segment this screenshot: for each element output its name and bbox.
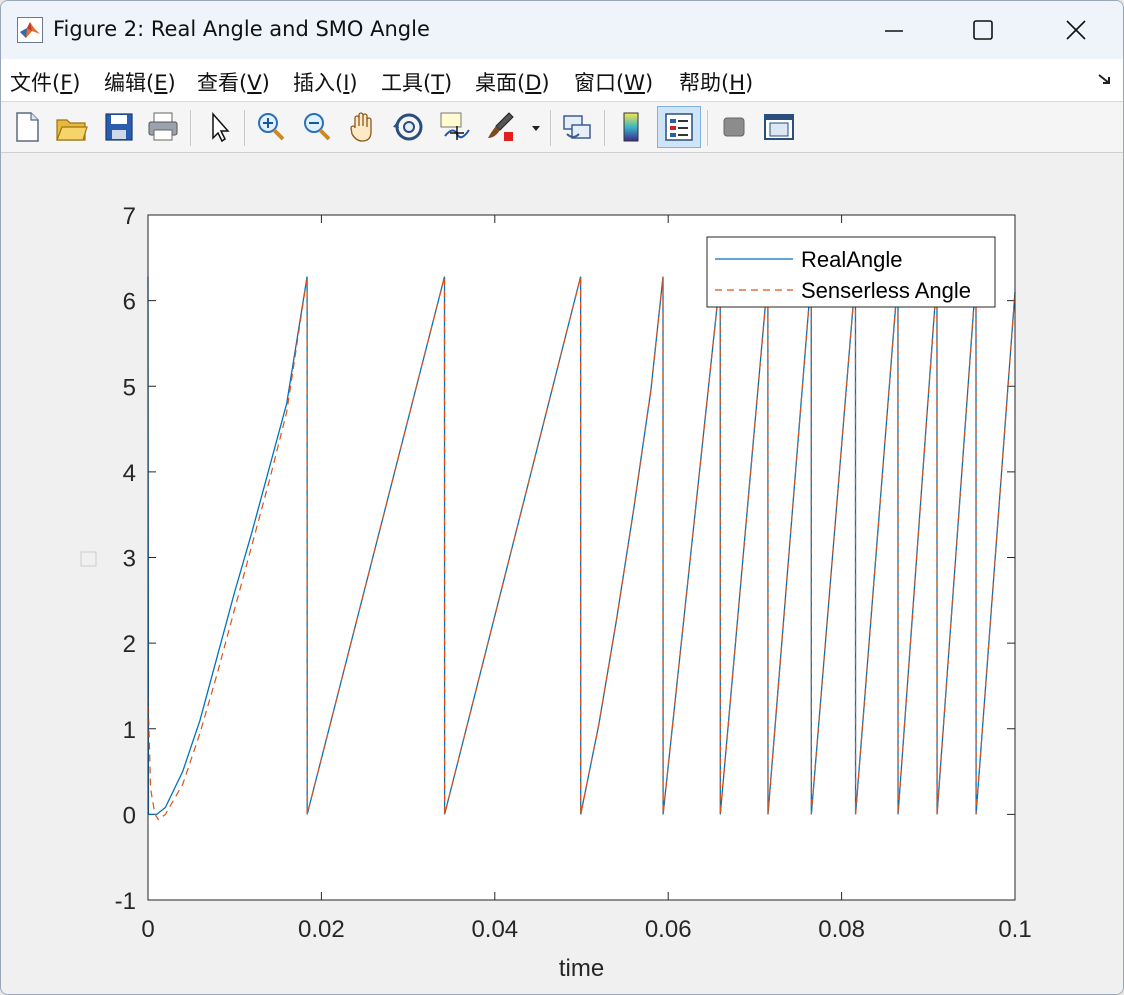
y-tick-label: 6 [123, 289, 136, 316]
y-axis-label-placeholder [80, 551, 97, 567]
x-tick-label: 0.1 [998, 916, 1031, 943]
menu-insert[interactable]: 插入(I) [293, 67, 358, 97]
menu-help[interactable]: 帮助(H) [679, 67, 753, 97]
legend-icon[interactable] [657, 106, 701, 148]
menu-bar: 文件(F) 编辑(E) 查看(V) 插入(I) 工具(T) 桌面(D) 窗口(W… [1, 59, 1123, 102]
legend-label-real-angle: RealAngle [801, 247, 903, 272]
maximize-button[interactable] [953, 7, 1013, 53]
line-chart: 0 0.02 0.04 0.06 0.08 0.1 -101234567 time Rea… [80, 203, 1032, 982]
y-tick-label: 7 [123, 203, 136, 230]
print-icon[interactable] [145, 108, 181, 146]
zoom-in-icon[interactable] [253, 108, 289, 146]
undock-arrow-icon[interactable] [1097, 71, 1113, 87]
menu-window[interactable]: 窗口(W) [574, 67, 653, 97]
menu-tools[interactable]: 工具(T) [381, 67, 452, 97]
toolbar-separator [244, 110, 245, 146]
save-icon[interactable] [101, 108, 137, 146]
brush-icon[interactable] [483, 108, 519, 146]
figure-toolbar [1, 102, 1123, 153]
pointer-icon[interactable] [201, 108, 237, 146]
legend[interactable]: RealAngle Senserless Angle [706, 236, 996, 308]
menu-edit[interactable]: 编辑(E) [104, 67, 176, 97]
y-tick-labels: -1 0 1 2 3 4 5 6 7 [115, 203, 136, 915]
y-tick-label: -1 [115, 888, 136, 915]
x-tick-label: 0.06 [645, 916, 692, 943]
link-plot-icon[interactable] [559, 108, 595, 146]
close-button[interactable] [1046, 7, 1106, 53]
title-bar[interactable]: Figure 2: Real Angle and SMO Angle [1, 1, 1123, 59]
toolbar-separator [550, 110, 551, 146]
toolbar-separator [604, 110, 605, 146]
window-title: Figure 2: Real Angle and SMO Angle [53, 17, 430, 41]
x-tick-label: 0.08 [818, 916, 865, 943]
y-tick-label: 0 [123, 802, 136, 829]
zoom-out-icon[interactable] [299, 108, 335, 146]
toolbar-separator [707, 110, 708, 146]
dock-icon[interactable] [761, 108, 797, 146]
menu-view[interactable]: 查看(V) [197, 67, 270, 97]
y-tick-label: 2 [123, 631, 136, 658]
rotate-3d-icon[interactable] [391, 108, 427, 146]
x-tick-label: 0.02 [298, 916, 345, 943]
x-tick-label: 0.04 [471, 916, 518, 943]
x-tick-labels: 0 0.02 0.04 0.06 0.08 0.1 [141, 916, 1031, 943]
menu-file[interactable]: 文件(F) [10, 67, 81, 97]
menu-desktop[interactable]: 桌面(D) [475, 67, 550, 97]
pan-hand-icon[interactable] [345, 108, 381, 146]
data-cursor-icon[interactable] [437, 108, 473, 146]
x-axis-label: time [559, 955, 604, 982]
axes-background[interactable] [148, 215, 1015, 900]
maximize-icon [973, 20, 993, 40]
y-tick-label: 5 [123, 374, 136, 401]
hide-tools-icon[interactable] [716, 108, 752, 146]
matlab-figure-icon [17, 17, 43, 43]
minimize-button[interactable] [863, 7, 923, 53]
y-tick-label: 3 [123, 546, 136, 573]
toolbar-separator [190, 110, 191, 146]
brush-dropdown-icon[interactable] [529, 108, 543, 146]
legend-label-senserless-angle: Senserless Angle [801, 278, 971, 303]
y-tick-label: 1 [123, 717, 136, 744]
open-file-icon[interactable] [53, 108, 89, 146]
colorbar-icon[interactable] [614, 108, 650, 146]
minimize-icon [885, 30, 903, 32]
new-figure-icon[interactable] [9, 108, 45, 146]
close-icon [1066, 20, 1086, 40]
x-tick-label: 0 [141, 916, 154, 943]
y-tick-label: 4 [123, 460, 136, 487]
